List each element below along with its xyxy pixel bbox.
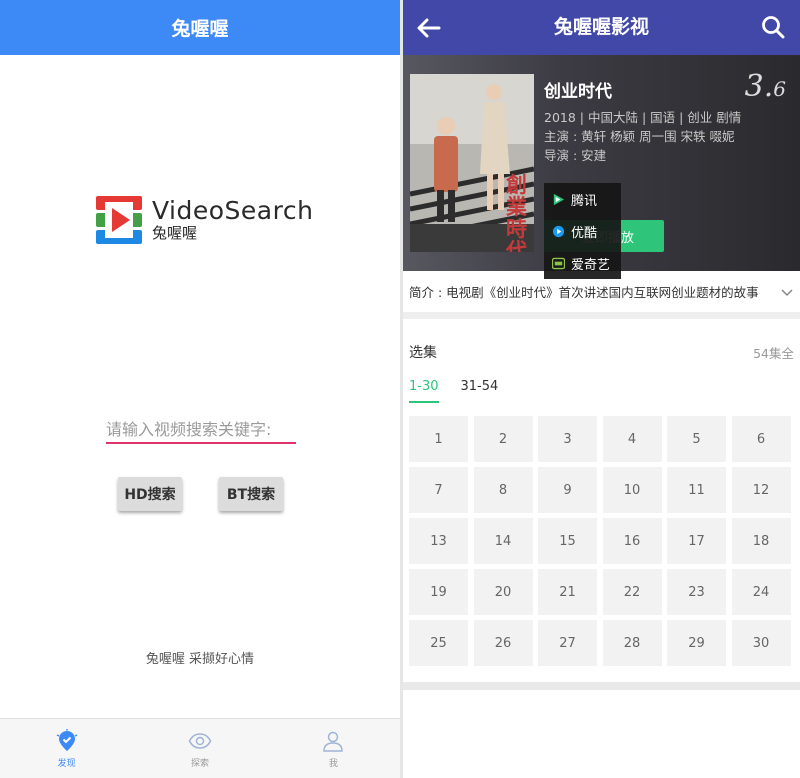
movie-cast: 主演 : 黄轩 杨颖 周一围 宋轶 啜妮 bbox=[544, 129, 735, 144]
tab-label: 发现 bbox=[57, 758, 76, 769]
episode-grid: 1 2 3 4 5 6 7 8 9 10 11 12 13 14 15 16 17 18 19 20 21 22 23 24 2… bbox=[409, 416, 791, 666]
tab-label: 探索 bbox=[190, 758, 209, 769]
episodes-count: 54集全 bbox=[753, 345, 794, 361]
episode-button[interactable]: 17 bbox=[667, 518, 726, 564]
chevron-down-icon[interactable] bbox=[780, 285, 794, 299]
episode-button[interactable]: 25 bbox=[409, 620, 468, 666]
episode-button[interactable]: 12 bbox=[731, 467, 791, 513]
bottom-divider bbox=[403, 682, 800, 690]
movie-title: 创业时代 bbox=[544, 82, 612, 102]
episode-button[interactable]: 27 bbox=[538, 620, 597, 666]
bottom-tab-bar: 发现 探索 我 bbox=[0, 718, 400, 778]
tencent-video-icon bbox=[553, 193, 565, 205]
slogan: 兔喔喔 采撷好心情 bbox=[145, 652, 255, 667]
tab-discover[interactable]: 发现 bbox=[0, 719, 133, 778]
tab-label: 我 bbox=[328, 758, 338, 769]
episode-button[interactable]: 10 bbox=[602, 467, 662, 513]
episodes-title: 选集 bbox=[409, 345, 437, 361]
episode-button[interactable]: 30 bbox=[731, 620, 791, 666]
discover-icon bbox=[56, 728, 77, 751]
episode-button[interactable]: 22 bbox=[602, 569, 662, 615]
iqiyi-icon bbox=[552, 257, 565, 269]
search-icon[interactable] bbox=[760, 14, 786, 40]
episode-button[interactable]: 11 bbox=[667, 467, 726, 513]
detail-title: 兔喔喔影视 bbox=[553, 16, 649, 38]
youku-icon bbox=[552, 225, 565, 237]
user-icon bbox=[323, 731, 344, 752]
source-label: 优酷 bbox=[571, 225, 598, 241]
tab-range-31-54[interactable]: 31-54 bbox=[461, 377, 499, 403]
episode-button[interactable]: 5 bbox=[667, 416, 726, 462]
episode-button[interactable]: 14 bbox=[473, 518, 533, 564]
poster-title: 創業時代 bbox=[506, 172, 527, 253]
episode-range-tabs: 1-30 31-54 bbox=[403, 377, 800, 417]
episode-button[interactable]: 16 bbox=[602, 518, 662, 564]
search-screen: 兔喔喔 VideoSearch 兔喔喔 HD搜索 BT搜索 兔喔喔 采撷好心情 bbox=[0, 0, 400, 778]
episode-button[interactable]: 21 bbox=[538, 569, 597, 615]
episode-button[interactable]: 19 bbox=[409, 569, 468, 615]
app-header: 兔喔喔 bbox=[0, 0, 400, 55]
movie-rating: 3.6 bbox=[744, 69, 786, 104]
tab-me[interactable]: 我 bbox=[267, 719, 400, 778]
episode-button[interactable]: 6 bbox=[731, 416, 791, 462]
episode-button[interactable]: 8 bbox=[473, 467, 533, 513]
episode-button[interactable]: 15 bbox=[538, 518, 597, 564]
episode-button[interactable]: 7 bbox=[409, 467, 468, 513]
episode-button[interactable]: 28 bbox=[602, 620, 662, 666]
logo-icon bbox=[96, 196, 142, 244]
app-title: 兔喔喔 bbox=[171, 18, 229, 40]
source-label: 腾讯 bbox=[571, 193, 598, 209]
episode-button[interactable]: 23 bbox=[667, 569, 726, 615]
movie-director: 导演 : 安建 bbox=[544, 148, 607, 163]
hd-search-button[interactable]: HD搜索 bbox=[118, 477, 182, 511]
episode-button[interactable]: 26 bbox=[473, 620, 533, 666]
source-tencent[interactable]: 腾讯 bbox=[544, 183, 621, 215]
app-screens: 兔喔喔 VideoSearch 兔喔喔 HD搜索 BT搜索 兔喔喔 采撷好心情 bbox=[0, 0, 800, 778]
app-logo: VideoSearch 兔喔喔 bbox=[96, 196, 313, 244]
bt-search-button[interactable]: BT搜索 bbox=[219, 477, 283, 511]
source-dropdown: 腾讯 优酷 爱奇艺 bbox=[544, 183, 621, 279]
tab-range-1-30[interactable]: 1-30 bbox=[409, 377, 439, 403]
episode-button[interactable]: 24 bbox=[731, 569, 791, 615]
movie-info: 2018 | 中国大陆 | 国语 | 创业 剧情 bbox=[544, 110, 742, 125]
tab-explore[interactable]: 探索 bbox=[133, 719, 266, 778]
source-label: 爱奇艺 bbox=[571, 257, 611, 273]
eye-icon bbox=[188, 732, 212, 749]
episode-button[interactable]: 29 bbox=[667, 620, 726, 666]
episodes-header: 选集 54集全 bbox=[403, 327, 800, 377]
search-input[interactable] bbox=[106, 416, 296, 444]
episode-button[interactable]: 9 bbox=[538, 467, 597, 513]
episode-button[interactable]: 4 bbox=[602, 416, 662, 462]
episode-button[interactable]: 3 bbox=[538, 416, 597, 462]
episode-button[interactable]: 13 bbox=[409, 518, 468, 564]
logo-title: VideoSearch bbox=[152, 196, 314, 225]
synopsis-text: 简介 : 电视剧《创业时代》首次讲述国内互联网创业题材的故事 bbox=[409, 285, 759, 300]
episode-button[interactable]: 20 bbox=[473, 569, 533, 615]
logo-subtitle: 兔喔喔 bbox=[152, 224, 198, 242]
episode-button[interactable]: 2 bbox=[473, 416, 533, 462]
detail-screen: 兔喔喔影视 創業時代 创业时代 3.6 2018 | 中国大陆 | 国语 | 创… bbox=[403, 0, 800, 778]
detail-header: 兔喔喔影视 bbox=[403, 0, 800, 55]
source-youku[interactable]: 优酷 bbox=[544, 215, 621, 247]
source-iqiyi[interactable]: 爱奇艺 bbox=[544, 247, 621, 279]
episode-button[interactable]: 1 bbox=[409, 416, 468, 462]
movie-poster[interactable]: 創業時代 bbox=[410, 74, 534, 252]
episode-button[interactable]: 18 bbox=[731, 518, 791, 564]
